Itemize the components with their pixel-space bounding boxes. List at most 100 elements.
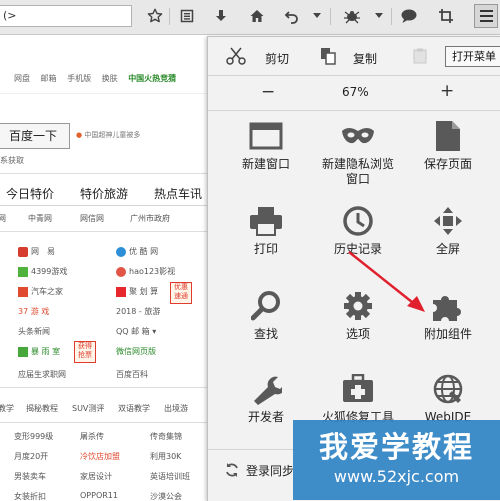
back-icon[interactable] (281, 5, 303, 27)
site-link[interactable]: hao123影视 (116, 266, 175, 277)
news-link[interactable]: 屠杀传 (80, 431, 104, 442)
site-link[interactable]: QQ 邮 箱 ▾ (116, 326, 156, 337)
sign-in-label: 登录同步 (246, 464, 295, 478)
sub-link[interactable]: 教学 (0, 403, 14, 414)
news-link[interactable]: 男装卖车 (14, 471, 46, 482)
new-window-icon (249, 122, 283, 150)
top-links: 网盘 邮箱 手机版 换肤 中国火热竞猜 (14, 73, 184, 84)
sub-link[interactable]: 双语教学 (118, 403, 150, 414)
menu-icon[interactable] (474, 4, 498, 28)
save-page-icon (436, 121, 460, 151)
menu-tooltip: 打开菜单 (445, 46, 500, 67)
sub-link[interactable]: SUV测评 (72, 403, 104, 414)
category-link[interactable]: 网 (0, 213, 6, 224)
site-link[interactable]: 2018 - 旅游 (116, 306, 160, 317)
news-link[interactable]: 女装折扣 (14, 491, 46, 500)
below-search-text: 系获取 (0, 156, 24, 165)
site-link[interactable]: 头条新闻 (18, 326, 50, 337)
divider (0, 231, 210, 232)
badge[interactable]: 优惠 速通 (170, 282, 192, 304)
dropdown-icon[interactable] (372, 5, 386, 27)
zoom-in-button[interactable]: + (440, 81, 454, 101)
watermark-url: www.52xjc.com (333, 467, 460, 486)
site-link[interactable]: 暴 雨 室 (18, 346, 60, 357)
zoom-reset-button[interactable]: 67% (342, 85, 369, 99)
divider (0, 422, 210, 423)
fullscreen-icon (434, 207, 462, 235)
site-link[interactable]: 37 游 戏 (18, 306, 49, 317)
zoom-controls: − 67% + (208, 76, 500, 111)
top-link-highlight[interactable]: 中国火热竞猜 (128, 74, 176, 83)
toolbar-separator (169, 8, 170, 25)
tab-car-news[interactable]: 热点车讯 (154, 185, 202, 202)
webide-icon (433, 374, 463, 404)
find-icon (251, 291, 280, 321)
zoom-out-button[interactable]: − (261, 82, 275, 102)
find-button[interactable]: 查找 (218, 287, 314, 377)
divider (0, 387, 210, 388)
news-link[interactable]: 变形999级 (14, 431, 53, 442)
news-link[interactable]: 沙漠公会 (150, 491, 182, 500)
category-link[interactable]: 网信网 (80, 213, 104, 224)
news-link[interactable]: 英语培训班 (150, 471, 190, 482)
save-page-button[interactable]: 保存页面 (400, 117, 496, 207)
tab-today-deals[interactable]: 今日特价 (6, 185, 54, 202)
cut-button[interactable]: 剪切 (265, 50, 289, 67)
developer-icon (254, 376, 282, 405)
news-link[interactable]: 利用30K (150, 451, 181, 462)
site-link[interactable]: 汽车之家 (18, 286, 63, 297)
top-link[interactable]: 手机版 (67, 74, 91, 83)
news-link[interactable]: 月度20开 (14, 451, 48, 462)
tab-travel-deals[interactable]: 特价旅游 (80, 185, 128, 202)
browser-toolbar: (> (0, 0, 500, 35)
url-bar[interactable]: (> (0, 5, 132, 27)
top-link[interactable]: 换肤 (102, 74, 118, 83)
copy-icon (320, 47, 338, 68)
plugin-icon[interactable] (340, 5, 364, 27)
download-icon[interactable] (210, 5, 232, 27)
star-icon[interactable] (144, 5, 166, 27)
site-link[interactable]: 优 酷 网 (116, 246, 158, 257)
site-link[interactable]: 4399游戏 (18, 266, 67, 277)
chat-icon[interactable] (398, 5, 420, 27)
site-link[interactable]: 微信网页版 (116, 346, 156, 357)
sub-link[interactable]: 揭秘教程 (26, 403, 58, 414)
scissors-icon (226, 47, 246, 68)
web-page: 网盘 邮箱 手机版 换肤 中国火热竞猜 百度一下 ● 中国超神儿童被多 系获取 … (0, 35, 210, 500)
site-link[interactable]: 聚 划 算 (116, 286, 158, 297)
history-icon (343, 206, 373, 236)
private-window-button[interactable]: 新建隐私浏览 窗口 (310, 117, 406, 207)
new-window-button[interactable]: 新建窗口 (218, 117, 314, 207)
print-icon (250, 207, 282, 236)
category-link[interactable]: 广州市政府 (130, 213, 170, 224)
category-link[interactable]: 中青网 (28, 213, 52, 224)
print-button[interactable]: 打印 (218, 202, 314, 292)
site-link[interactable]: 百度百科 (116, 369, 148, 380)
news-link[interactable]: OPPOR11 (80, 491, 118, 500)
watermark-title: 我爱学教程 (318, 430, 474, 464)
copy-button[interactable]: 复制 (353, 50, 377, 67)
sub-link[interactable]: 出境游 (164, 403, 188, 414)
toolbar-separator (391, 8, 392, 25)
divider (0, 173, 210, 174)
site-link[interactable]: 应届生求职网 (18, 369, 66, 380)
search-button[interactable]: 百度一下 (0, 123, 70, 149)
promo-text[interactable]: ● 中国超神儿童被多 (76, 130, 140, 140)
crop-icon[interactable] (435, 5, 457, 27)
category-row: 网 中青网 网信网 广州市政府 (0, 213, 210, 229)
reading-list-icon[interactable] (176, 5, 198, 27)
top-link[interactable]: 网盘 (14, 74, 30, 83)
repair-tool-icon (343, 374, 373, 402)
top-link[interactable]: 邮箱 (41, 74, 57, 83)
home-icon[interactable] (246, 5, 268, 27)
toolbar-separator (330, 8, 331, 25)
sub-category-row: 教学 揭秘教程 SUV测评 双语教学 出境游 (0, 403, 210, 417)
dropdown-icon[interactable] (310, 5, 324, 27)
divider (0, 93, 210, 94)
news-link[interactable]: 冷饮店加盟 (80, 451, 120, 462)
paste-icon[interactable] (413, 48, 427, 67)
site-link[interactable]: 网 易 (18, 246, 55, 257)
news-link[interactable]: 传奇集锦 (150, 431, 182, 442)
badge[interactable]: 获得 抢票 (74, 341, 96, 363)
news-link[interactable]: 家居设计 (80, 471, 112, 482)
